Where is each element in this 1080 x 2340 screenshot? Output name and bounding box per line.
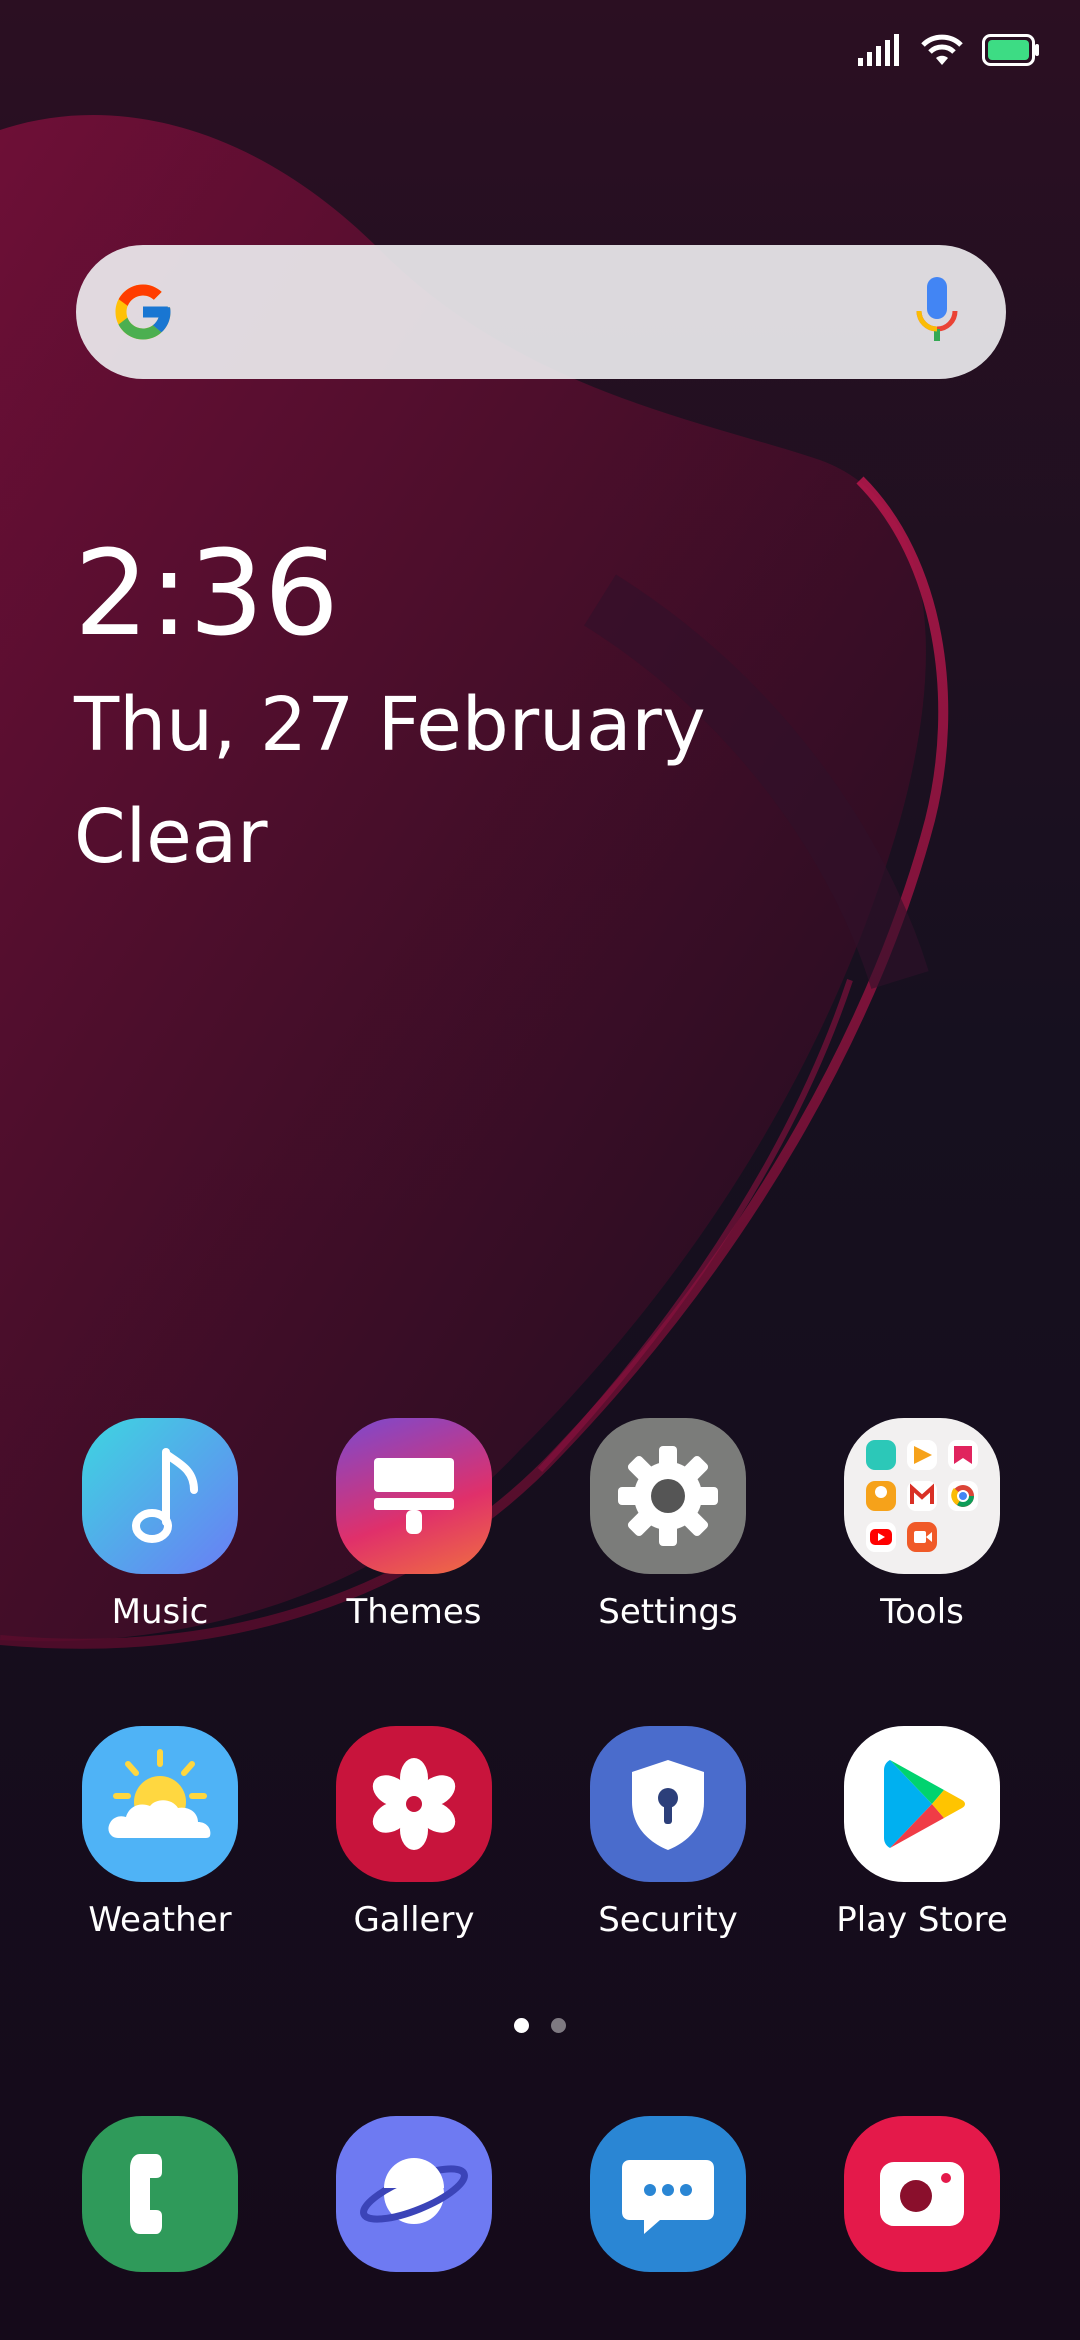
play-store-icon xyxy=(844,1726,1000,1882)
mic-icon[interactable] xyxy=(914,275,960,351)
planet-icon xyxy=(336,2116,492,2272)
google-g-icon xyxy=(115,284,171,340)
app-label: Music xyxy=(111,1592,209,1632)
app-security[interactable]: Security xyxy=(558,1726,778,1940)
app-gallery[interactable]: Gallery xyxy=(304,1726,524,1940)
app-label: Weather xyxy=(88,1900,232,1940)
google-search-bar[interactable] xyxy=(76,245,1006,379)
app-label: Tools xyxy=(880,1592,964,1632)
page-indicator[interactable] xyxy=(0,2018,1080,2033)
status-bar xyxy=(858,28,1040,72)
page-dot-1[interactable] xyxy=(514,2018,529,2033)
battery-icon xyxy=(982,34,1039,66)
app-weather[interactable]: Weather xyxy=(50,1726,270,1940)
shield-icon xyxy=(590,1726,746,1882)
dock-browser[interactable] xyxy=(304,2116,524,2272)
folder-icon xyxy=(844,1418,1000,1574)
camera-icon xyxy=(844,2116,1000,2272)
app-music[interactable]: Music xyxy=(50,1418,270,1632)
page-dot-2[interactable] xyxy=(551,2018,566,2033)
app-play-store[interactable]: Play Store xyxy=(812,1726,1032,1940)
app-themes[interactable]: Themes xyxy=(304,1418,524,1632)
dock-messages[interactable] xyxy=(558,2116,778,2272)
paintbrush-icon xyxy=(336,1418,492,1574)
app-label: Gallery xyxy=(353,1900,475,1940)
signal-icon xyxy=(858,34,899,66)
gear-icon xyxy=(590,1418,746,1574)
sun-cloud-icon xyxy=(82,1726,238,1882)
folder-tools[interactable]: Tools xyxy=(812,1418,1032,1632)
wifi-icon xyxy=(921,34,963,65)
clock-time[interactable]: 2:36 xyxy=(74,528,339,658)
app-label: Security xyxy=(598,1900,738,1940)
app-label: Themes xyxy=(346,1592,482,1632)
music-note-icon xyxy=(82,1418,238,1574)
phone-icon xyxy=(82,2116,238,2272)
widget-weather[interactable]: Clear xyxy=(74,792,268,882)
widget-date[interactable]: Thu, 27 February xyxy=(74,680,706,770)
flower-icon xyxy=(336,1726,492,1882)
app-label: Settings xyxy=(598,1592,738,1632)
dock-camera[interactable] xyxy=(812,2116,1032,2272)
app-settings[interactable]: Settings xyxy=(558,1418,778,1632)
app-label: Play Store xyxy=(836,1900,1008,1940)
chat-bubble-icon xyxy=(590,2116,746,2272)
dock-phone[interactable] xyxy=(50,2116,270,2272)
